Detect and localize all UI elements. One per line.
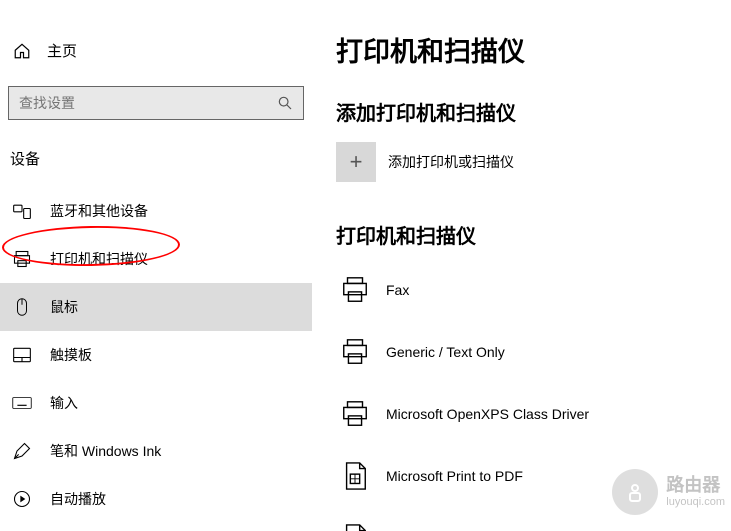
touchpad-icon	[12, 345, 32, 365]
device-label: Microsoft Print to PDF	[386, 468, 523, 484]
sidebar-item-printers[interactable]: 打印机和扫描仪	[0, 235, 312, 283]
device-row[interactable]: Fax	[336, 265, 731, 327]
main-content: 打印机和扫描仪 添加打印机和扫描仪 + 添加打印机或扫描仪 打印机和扫描仪 Fa…	[312, 0, 731, 531]
plus-icon: +	[336, 142, 376, 182]
autoplay-icon	[12, 489, 32, 509]
printer-icon	[338, 335, 372, 369]
device-row[interactable]: Microsoft OpenXPS Class Driver	[336, 389, 731, 451]
sidebar-item-label: 触摸板	[50, 345, 92, 365]
device-row[interactable]: Microsoft XPS Document Writer	[336, 513, 731, 531]
search-box[interactable]	[8, 86, 304, 120]
sidebar-item-autoplay[interactable]: 自动播放	[0, 475, 312, 523]
sidebar-item-label: 笔和 Windows Ink	[50, 441, 161, 461]
search-input[interactable]	[19, 95, 277, 111]
add-printer-button[interactable]: + 添加打印机或扫描仪	[336, 142, 731, 182]
sidebar-item-label: 自动播放	[50, 489, 106, 509]
sidebar-item-typing[interactable]: 输入	[0, 379, 312, 427]
watermark-logo-icon	[612, 469, 658, 515]
mouse-icon	[12, 297, 32, 317]
page-title: 打印机和扫描仪	[336, 30, 731, 69]
device-label: Fax	[386, 282, 409, 298]
list-section-title: 打印机和扫描仪	[336, 220, 731, 249]
watermark-text-cn: 路由器	[666, 476, 725, 496]
watermark: 路由器 luyouqi.com	[612, 469, 725, 515]
device-label: Microsoft OpenXPS Class Driver	[386, 406, 589, 422]
sidebar-item-touchpad[interactable]: 触摸板	[0, 331, 312, 379]
sidebar-item-home[interactable]: 主页	[0, 30, 312, 71]
search-icon	[277, 95, 293, 111]
sidebar-item-bluetooth[interactable]: 蓝牙和其他设备	[0, 187, 312, 235]
add-printer-label: 添加打印机或扫描仪	[388, 152, 514, 172]
pdf-printer-icon	[338, 459, 372, 493]
printer-icon	[338, 397, 372, 431]
device-label: Generic / Text Only	[386, 344, 505, 360]
sidebar-item-label: 蓝牙和其他设备	[50, 201, 148, 221]
watermark-text-en: luyouqi.com	[666, 496, 725, 508]
sidebar-item-label: 鼠标	[50, 297, 78, 317]
sidebar-item-label: 输入	[50, 393, 78, 413]
sidebar: 主页 设备 蓝牙和其他设备 打印机和扫描仪	[0, 0, 312, 531]
keyboard-icon	[12, 393, 32, 413]
sidebar-section-label: 设备	[0, 140, 312, 187]
printer-icon	[338, 273, 372, 307]
sidebar-item-mouse[interactable]: 鼠标	[0, 283, 312, 331]
device-row[interactable]: Generic / Text Only	[336, 327, 731, 389]
home-icon	[12, 42, 32, 60]
home-label: 主页	[47, 40, 77, 61]
add-section-title: 添加打印机和扫描仪	[336, 97, 731, 126]
sidebar-item-label: 打印机和扫描仪	[50, 249, 148, 269]
bluetooth-devices-icon	[12, 201, 32, 221]
sidebar-item-pen[interactable]: 笔和 Windows Ink	[0, 427, 312, 475]
printer-icon	[12, 249, 32, 269]
pdf-printer-icon	[338, 521, 372, 531]
pen-icon	[12, 441, 32, 461]
